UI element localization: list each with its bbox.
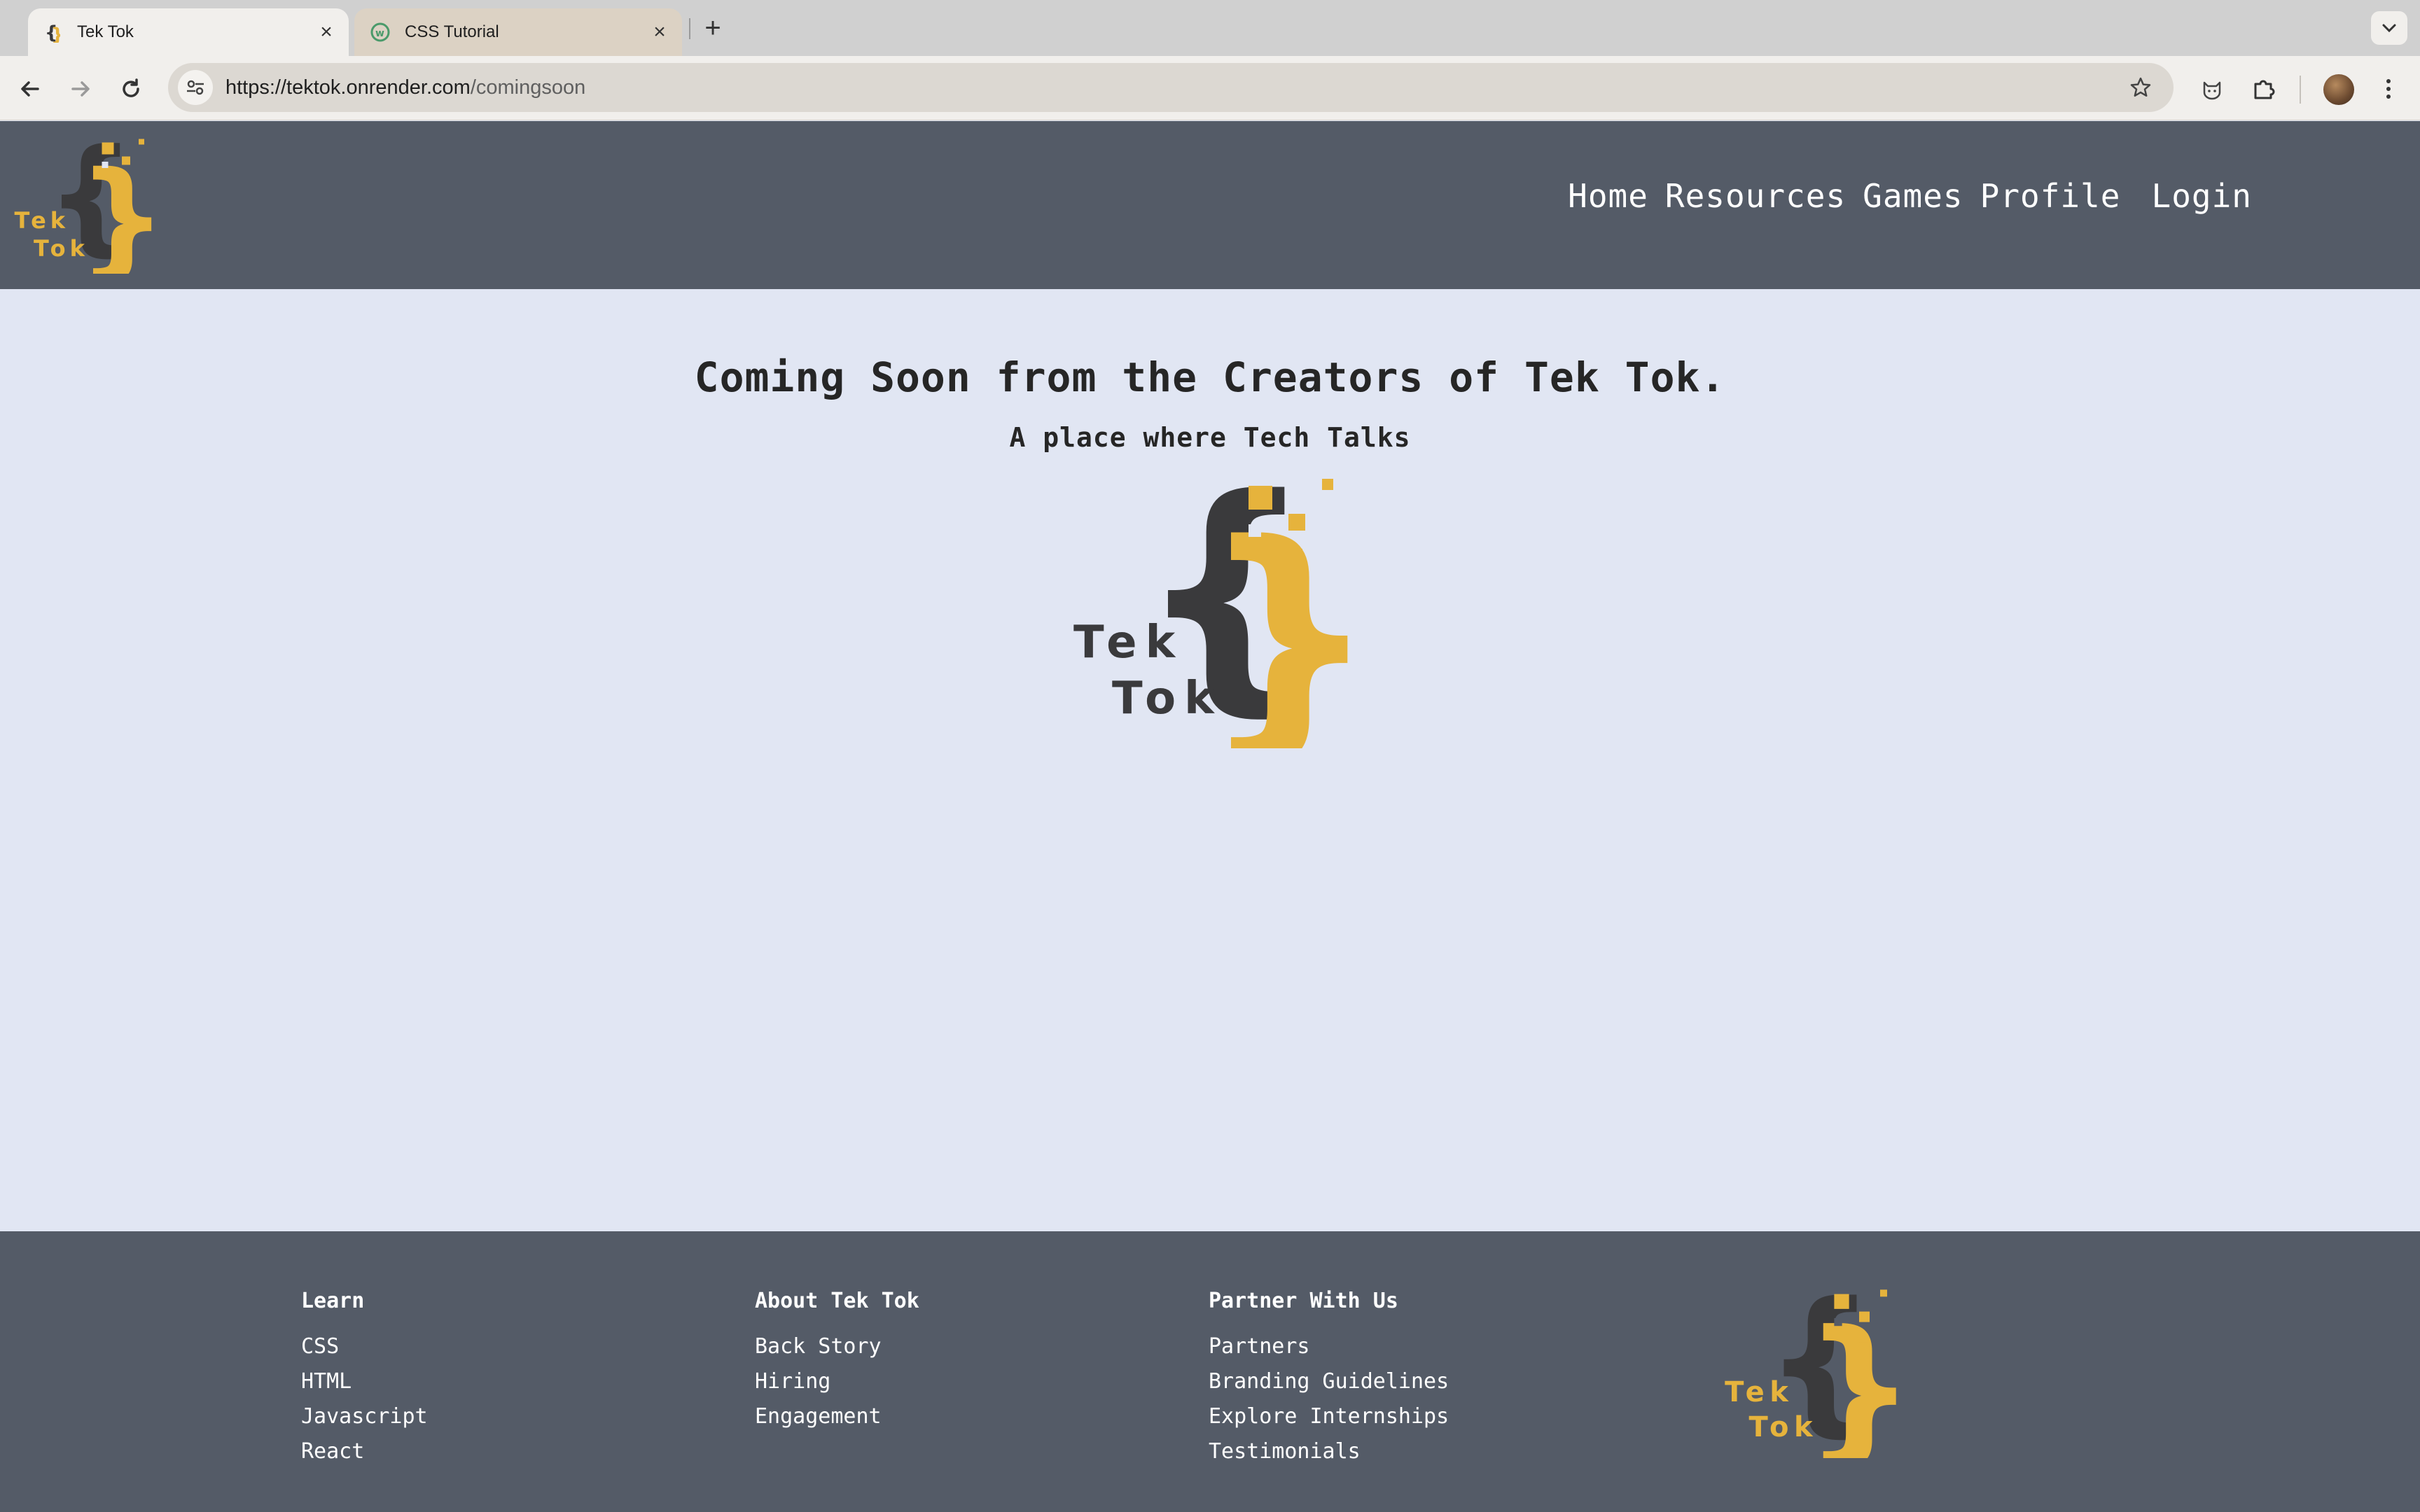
footer-link-branding-guidelines[interactable]: Branding Guidelines — [1209, 1369, 1449, 1404]
bookmark-star-icon[interactable] — [2123, 70, 2158, 105]
footer-link-css[interactable]: CSS — [301, 1334, 428, 1369]
browser-toolbar: https://tektok.onrender.com/comingsoon — [0, 56, 2420, 120]
page-title: Coming Soon from the Creators of Tek Tok… — [694, 354, 1726, 401]
tek-tok-favicon-icon: {} — [42, 22, 63, 43]
extension-cat-icon[interactable] — [2195, 71, 2230, 106]
footer-logo[interactable]: { } Tek Tok — [1723, 1283, 1898, 1458]
footer-link-partners[interactable]: Partners — [1209, 1334, 1449, 1369]
footer-column-title: Partner With Us — [1209, 1289, 1398, 1313]
footer-link-engagement[interactable]: Engagement — [755, 1404, 919, 1439]
header-logo[interactable]: { } Tek Tok — [13, 134, 153, 274]
nav-games[interactable]: Games — [1863, 177, 1963, 215]
back-arrow-icon[interactable] — [13, 71, 48, 106]
tek-tok-logo-icon: { } Tek Tok — [15, 134, 153, 274]
tek-tok-logo-icon: { } Tek Tok — [1073, 468, 1350, 748]
site-header: { } Tek Tok Home Resources Games Profile… — [0, 121, 2420, 289]
url-text: https://tektok.onrender.com/comingsoon — [225, 76, 585, 99]
more-menu-icon[interactable] — [2371, 71, 2406, 106]
footer-column-about: About Tek Tok Back Story Hiring Engageme… — [755, 1289, 919, 1439]
url-host: https://tektok.onrender.com — [225, 76, 471, 99]
footer-column-title: About Tek Tok — [755, 1289, 919, 1313]
nav-login[interactable]: Login — [2152, 177, 2252, 215]
reload-icon[interactable] — [113, 71, 148, 106]
close-icon[interactable]: × — [644, 17, 675, 48]
logo-text-tok: Tok — [1112, 673, 1223, 724]
tagline: A place where Tech Talks — [1009, 422, 1411, 453]
footer-link-html[interactable]: HTML — [301, 1369, 428, 1404]
footer-column-title: Learn — [301, 1289, 365, 1313]
footer-link-javascript[interactable]: Javascript — [301, 1404, 428, 1439]
extensions-puzzle-icon[interactable] — [2246, 71, 2281, 106]
new-tab-plus-icon[interactable]: + — [697, 13, 728, 43]
nav-resources[interactable]: Resources — [1665, 177, 1846, 215]
tab-tek-tok[interactable]: {} Tek Tok × — [28, 8, 349, 56]
footer-link-testimonials[interactable]: Testimonials — [1209, 1439, 1449, 1474]
footer-column-partner: Partner With Us Partners Branding Guidel… — [1209, 1289, 1449, 1474]
browser-tab-strip: {} Tek Tok × w CSS Tutorial × + — [0, 0, 2420, 56]
close-icon[interactable]: × — [311, 17, 342, 48]
main-nav: Home Resources Games Profile Login — [1551, 177, 2252, 215]
tab-title: Tek Tok — [77, 22, 134, 41]
footer-link-explore-internships[interactable]: Explore Internships — [1209, 1404, 1449, 1439]
svg-text:}: } — [51, 24, 60, 43]
logo-text-tek: Tek — [1725, 1376, 1793, 1408]
address-bar[interactable]: https://tektok.onrender.com/comingsoon — [168, 63, 2174, 112]
hero-logo: { } Tek Tok — [1070, 468, 1350, 748]
tab-css-tutorial[interactable]: w CSS Tutorial × — [354, 8, 682, 56]
footer-link-hiring[interactable]: Hiring — [755, 1369, 919, 1404]
main-content: Coming Soon from the Creators of Tek Tok… — [0, 289, 2420, 1231]
site-footer: Learn CSS HTML Javascript React About Te… — [0, 1231, 2420, 1512]
tab-divider — [689, 18, 690, 39]
logo-text-tok: Tok — [1749, 1411, 1819, 1443]
footer-link-react[interactable]: React — [301, 1439, 428, 1474]
tab-title: CSS Tutorial — [405, 22, 499, 41]
nav-home[interactable]: Home — [1568, 177, 1648, 215]
toolbar-divider — [2300, 76, 2301, 104]
svg-text:w: w — [375, 28, 384, 39]
logo-text-tek: Tek — [15, 207, 70, 234]
footer-column-learn: Learn CSS HTML Javascript React — [301, 1289, 428, 1474]
tab-search-chevron-down-icon[interactable] — [2371, 11, 2407, 45]
w3schools-favicon-icon: w — [370, 22, 391, 43]
url-path: /comingsoon — [470, 76, 586, 99]
tek-tok-logo-icon: { } Tek Tok — [1725, 1283, 1898, 1458]
nav-profile[interactable]: Profile — [1980, 177, 2121, 215]
footer-link-back-story[interactable]: Back Story — [755, 1334, 919, 1369]
profile-avatar[interactable] — [2323, 74, 2354, 105]
logo-text-tok: Tok — [34, 235, 89, 262]
site-settings-icon[interactable] — [178, 70, 213, 105]
forward-arrow-icon[interactable] — [63, 71, 98, 106]
logo-text-tek: Tek — [1073, 617, 1183, 668]
